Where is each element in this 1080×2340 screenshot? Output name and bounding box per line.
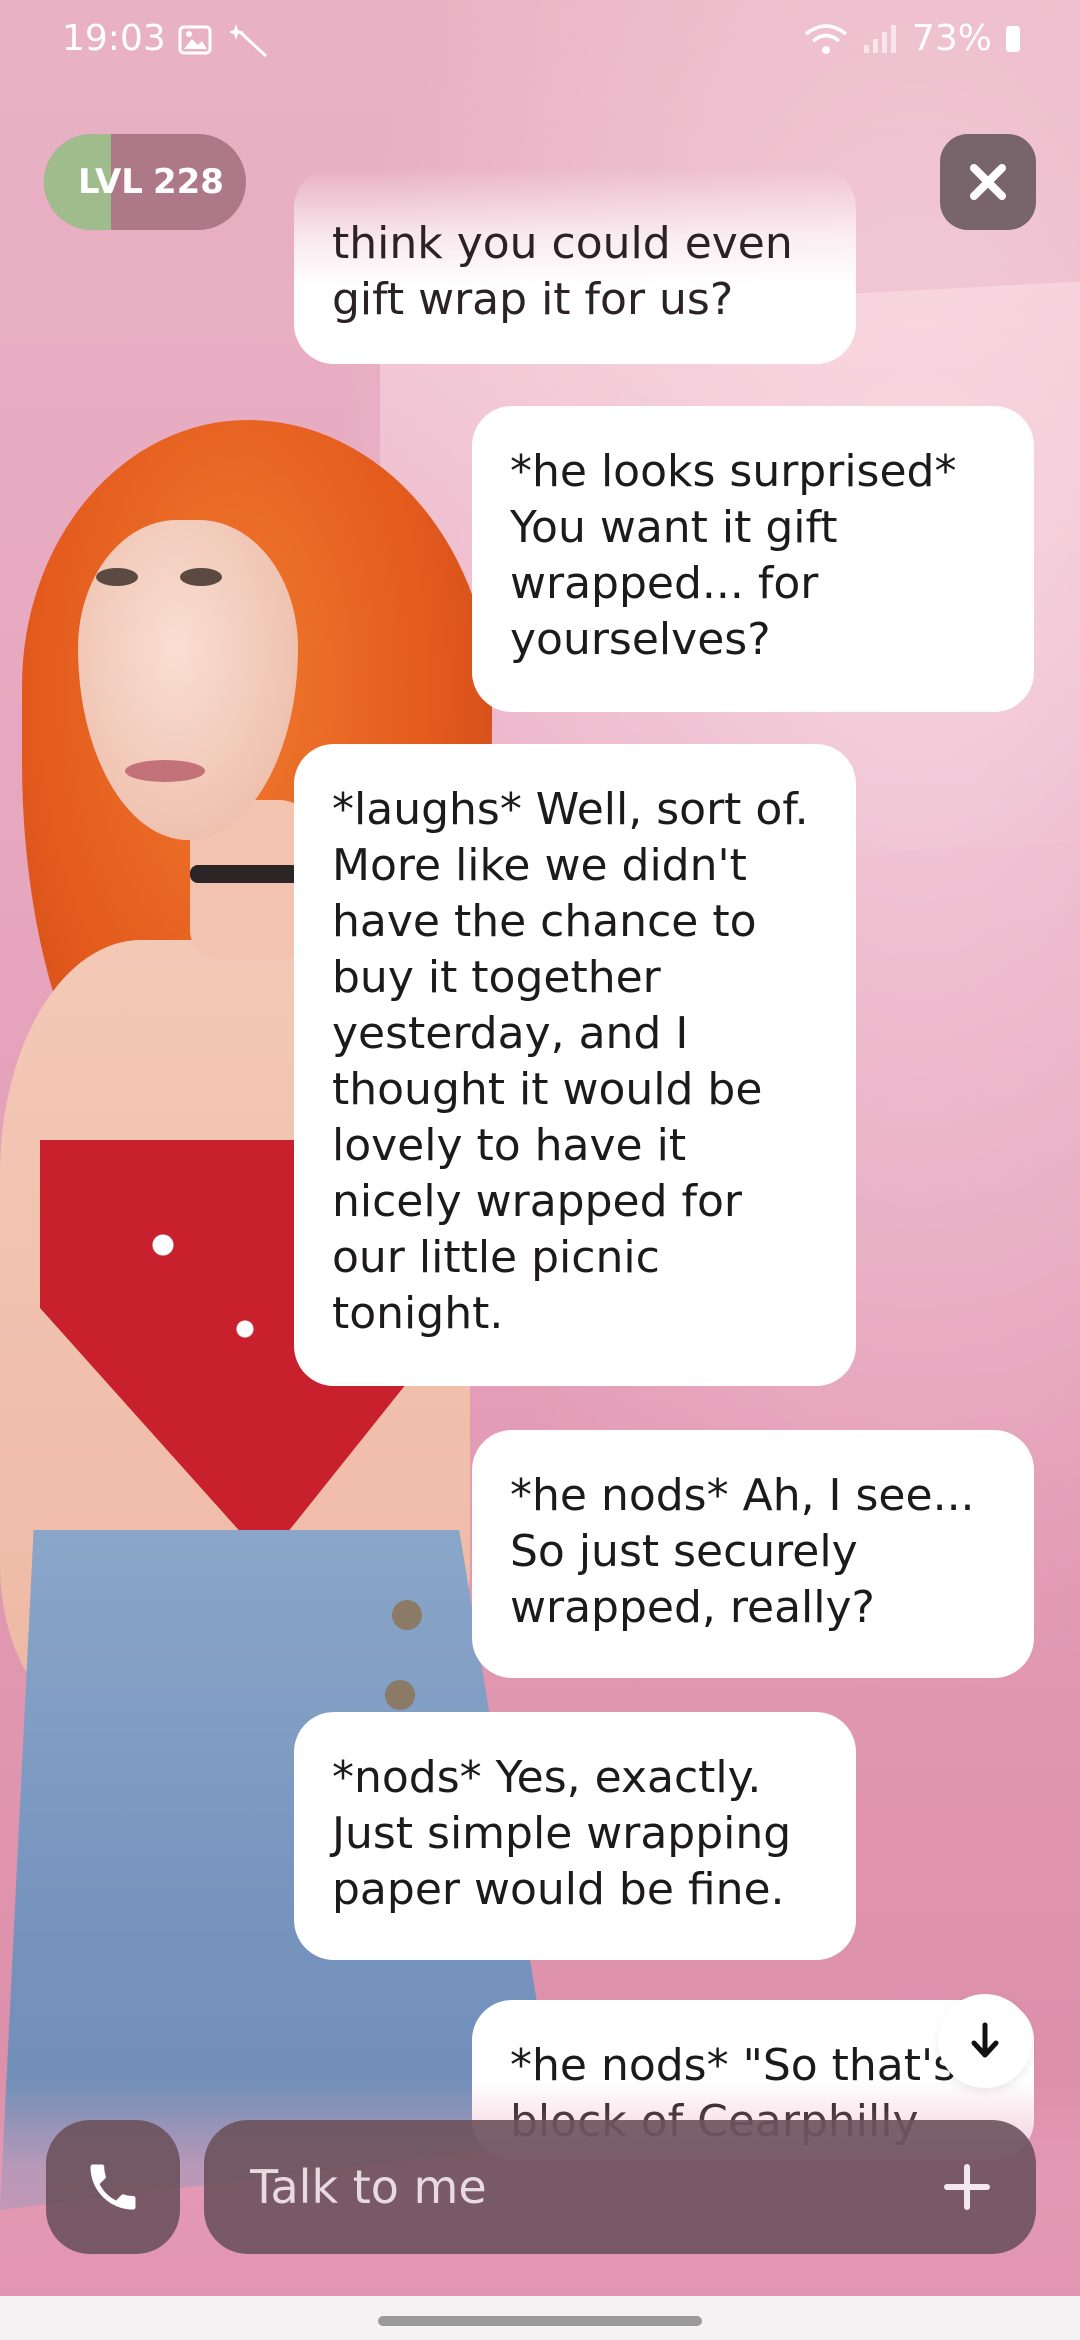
message-input[interactable] (248, 2159, 922, 2215)
level-label: LVL 228 (44, 162, 224, 202)
message-bubble-user: *nods* Yes, exactly. Just simple wrappin… (294, 1712, 856, 1960)
message-composer[interactable] (204, 2120, 1036, 2254)
home-indicator[interactable] (378, 2316, 702, 2326)
level-value: 228 (152, 162, 224, 202)
add-attachment-button[interactable] (922, 2142, 1012, 2232)
message-bubble-user: *laughs* Well, sort of. More like we did… (294, 744, 856, 1386)
message-bubble-character: *he looks surprised* You want it gift wr… (472, 406, 1034, 712)
call-button[interactable] (46, 2120, 180, 2254)
phone-icon (90, 2164, 136, 2210)
level-prefix: LVL (78, 162, 143, 202)
plus-icon (944, 2164, 990, 2210)
message-text: *nods* Yes, exactly. Just simple wrappin… (332, 1752, 792, 1915)
message-text: *laughs* Well, sort of. More like we did… (332, 784, 809, 1339)
scroll-to-bottom-button[interactable] (938, 1994, 1032, 2088)
message-text: think you could even gift wrap it for us… (332, 218, 793, 325)
message-text: *he looks surprised* You want it gift wr… (510, 446, 957, 665)
close-button[interactable] (940, 134, 1036, 230)
message-text: *he nods* Ah, I see... So just securely … (510, 1470, 975, 1633)
arrow-down-icon (971, 2022, 999, 2058)
message-bubble-user: think you could even gift wrap it for us… (294, 168, 856, 364)
level-badge[interactable]: LVL 228 (44, 134, 246, 230)
chat-transcript[interactable]: think you could even gift wrap it for us… (0, 0, 1080, 2160)
message-bubble-character: *he nods* Ah, I see... So just securely … (472, 1430, 1034, 1678)
close-icon (970, 164, 1006, 200)
